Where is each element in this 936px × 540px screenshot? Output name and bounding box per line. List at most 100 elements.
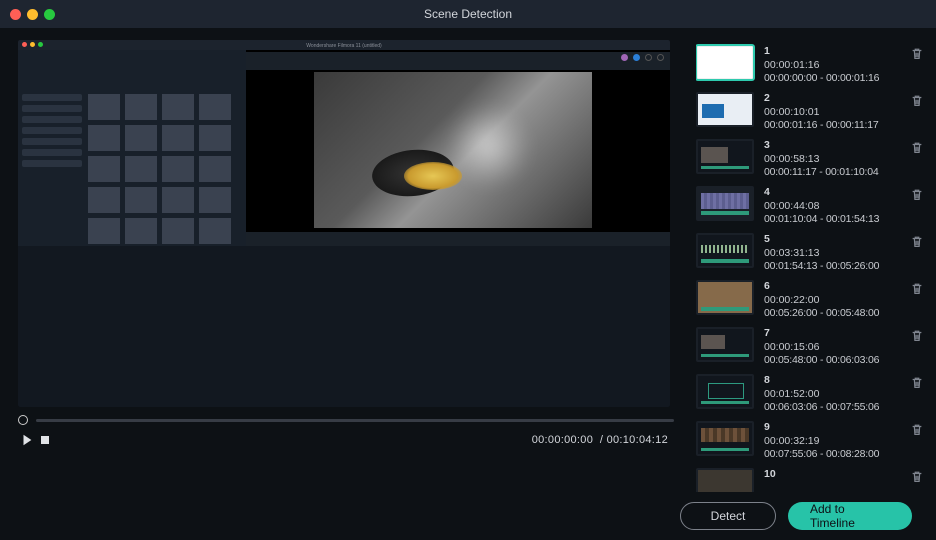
window-controls [10, 9, 55, 20]
scene-range: 00:01:54:13 - 00:05:26:00 [764, 260, 900, 274]
footer: Detect Add to Timeline [0, 492, 936, 540]
preview-panel: Wondershare Filmora 11 (untitled) [18, 40, 674, 492]
scrubber-track[interactable] [36, 419, 674, 422]
scene-thumbnail[interactable] [696, 280, 754, 315]
trash-icon [910, 282, 924, 296]
scene-thumbnail[interactable] [696, 92, 754, 127]
scene-thumbnail[interactable] [696, 45, 754, 80]
trash-icon [910, 423, 924, 437]
scene-number: 6 [764, 280, 900, 294]
scene-duration: 00:00:10:01 [764, 106, 900, 120]
stop-icon [40, 435, 50, 445]
delete-scene-button[interactable] [910, 329, 924, 343]
scene-list-panel: 100:00:01:1600:00:00:00 - 00:00:01:16200… [696, 40, 928, 492]
scene-list[interactable]: 100:00:01:1600:00:00:00 - 00:00:01:16200… [696, 40, 928, 492]
scene-thumbnail[interactable] [696, 468, 754, 492]
scene-number: 2 [764, 92, 900, 106]
play-button[interactable] [18, 431, 36, 449]
scene-item[interactable]: 600:00:22:0000:05:26:00 - 00:05:48:00 [696, 275, 928, 322]
scene-duration: 00:00:15:06 [764, 341, 900, 355]
delete-scene-button[interactable] [910, 141, 924, 155]
add-to-timeline-button[interactable]: Add to Timeline [788, 502, 912, 530]
scene-item[interactable]: 800:01:52:0000:06:03:06 - 00:07:55:06 [696, 369, 928, 416]
scene-number: 8 [764, 374, 900, 388]
trash-icon [910, 141, 924, 155]
scene-meta: 100:00:01:1600:00:00:00 - 00:00:01:16 [764, 45, 900, 86]
scene-item[interactable]: 500:03:31:1300:01:54:13 - 00:05:26:00 [696, 228, 928, 275]
window-title: Scene Detection [0, 7, 936, 21]
trash-icon [910, 376, 924, 390]
scene-range: 00:00:01:16 - 00:00:11:17 [764, 119, 900, 133]
scene-meta: 300:00:58:1300:00:11:17 - 00:01:10:04 [764, 139, 900, 180]
scene-meta: 500:03:31:1300:01:54:13 - 00:05:26:00 [764, 233, 900, 274]
total-time: 00:10:04:12 [607, 434, 668, 446]
scene-number: 1 [764, 45, 900, 59]
scene-meta: 400:00:44:0800:01:10:04 - 00:01:54:13 [764, 186, 900, 227]
scene-thumbnail[interactable] [696, 327, 754, 362]
trash-icon [910, 47, 924, 61]
scene-item[interactable]: 200:00:10:0100:00:01:16 - 00:00:11:17 [696, 87, 928, 134]
trash-icon [910, 235, 924, 249]
scene-duration: 00:00:44:08 [764, 200, 900, 214]
scene-thumbnail[interactable] [696, 139, 754, 174]
scene-item[interactable]: 700:00:15:0600:05:48:00 - 00:06:03:06 [696, 322, 928, 369]
close-window-button[interactable] [10, 9, 21, 20]
zoom-window-button[interactable] [44, 9, 55, 20]
trash-icon [910, 188, 924, 202]
scene-number: 5 [764, 233, 900, 247]
scene-duration: 00:00:58:13 [764, 153, 900, 167]
scene-thumbnail[interactable] [696, 374, 754, 409]
scene-item[interactable]: 300:00:58:1300:00:11:17 - 00:01:10:04 [696, 134, 928, 181]
detect-button[interactable]: Detect [680, 502, 776, 530]
scene-number: 9 [764, 421, 900, 435]
trash-icon [910, 329, 924, 343]
scene-range: 00:00:00:00 - 00:00:01:16 [764, 72, 900, 86]
scene-meta: 10 [764, 468, 900, 482]
scene-range: 00:05:48:00 - 00:06:03:06 [764, 354, 900, 368]
scrubber-bar[interactable] [18, 415, 674, 425]
scene-thumbnail[interactable] [696, 421, 754, 456]
trash-icon [910, 94, 924, 108]
delete-scene-button[interactable] [910, 470, 924, 484]
trash-icon [910, 470, 924, 484]
delete-scene-button[interactable] [910, 94, 924, 108]
delete-scene-button[interactable] [910, 376, 924, 390]
scrubber-playhead-icon[interactable] [18, 415, 28, 425]
scene-thumbnail[interactable] [696, 233, 754, 268]
scene-duration: 00:03:31:13 [764, 247, 900, 261]
main-layout: Wondershare Filmora 11 (untitled) [0, 28, 936, 492]
scene-range: 00:07:55:06 - 00:08:28:00 [764, 448, 900, 462]
scene-range: 00:05:26:00 - 00:05:48:00 [764, 307, 900, 321]
scene-number: 10 [764, 468, 900, 482]
minimize-window-button[interactable] [27, 9, 38, 20]
stop-button[interactable] [36, 431, 54, 449]
scene-meta: 700:00:15:0600:05:48:00 - 00:06:03:06 [764, 327, 900, 368]
scene-range: 00:00:11:17 - 00:01:10:04 [764, 166, 900, 180]
scene-duration: 00:00:22:00 [764, 294, 900, 308]
delete-scene-button[interactable] [910, 282, 924, 296]
scene-thumbnail[interactable] [696, 186, 754, 221]
scene-number: 7 [764, 327, 900, 341]
scene-meta: 600:00:22:0000:05:26:00 - 00:05:48:00 [764, 280, 900, 321]
scene-item[interactable]: 100:00:01:1600:00:00:00 - 00:00:01:16 [696, 40, 928, 87]
scene-duration: 00:00:01:16 [764, 59, 900, 73]
scene-number: 4 [764, 186, 900, 200]
delete-scene-button[interactable] [910, 47, 924, 61]
scene-meta: 800:01:52:0000:06:03:06 - 00:07:55:06 [764, 374, 900, 415]
scene-range: 00:06:03:06 - 00:07:55:06 [764, 401, 900, 415]
delete-scene-button[interactable] [910, 235, 924, 249]
scene-duration: 00:00:32:19 [764, 435, 900, 449]
scene-range: 00:01:10:04 - 00:01:54:13 [764, 213, 900, 227]
scene-number: 3 [764, 139, 900, 153]
scene-item[interactable]: 400:00:44:0800:01:10:04 - 00:01:54:13 [696, 181, 928, 228]
playback-controls: 00:00:00:00 / 00:10:04:12 [18, 431, 674, 449]
delete-scene-button[interactable] [910, 423, 924, 437]
scene-meta: 900:00:32:1900:07:55:06 - 00:08:28:00 [764, 421, 900, 462]
scene-meta: 200:00:10:0100:00:01:16 - 00:00:11:17 [764, 92, 900, 133]
scene-item[interactable]: 900:00:32:1900:07:55:06 - 00:08:28:00 [696, 416, 928, 463]
scene-item[interactable]: 10 [696, 463, 928, 492]
inner-title: Wondershare Filmora 11 (untitled) [18, 43, 670, 49]
delete-scene-button[interactable] [910, 188, 924, 202]
video-preview-area[interactable]: Wondershare Filmora 11 (untitled) [18, 40, 670, 407]
titlebar: Scene Detection [0, 0, 936, 28]
